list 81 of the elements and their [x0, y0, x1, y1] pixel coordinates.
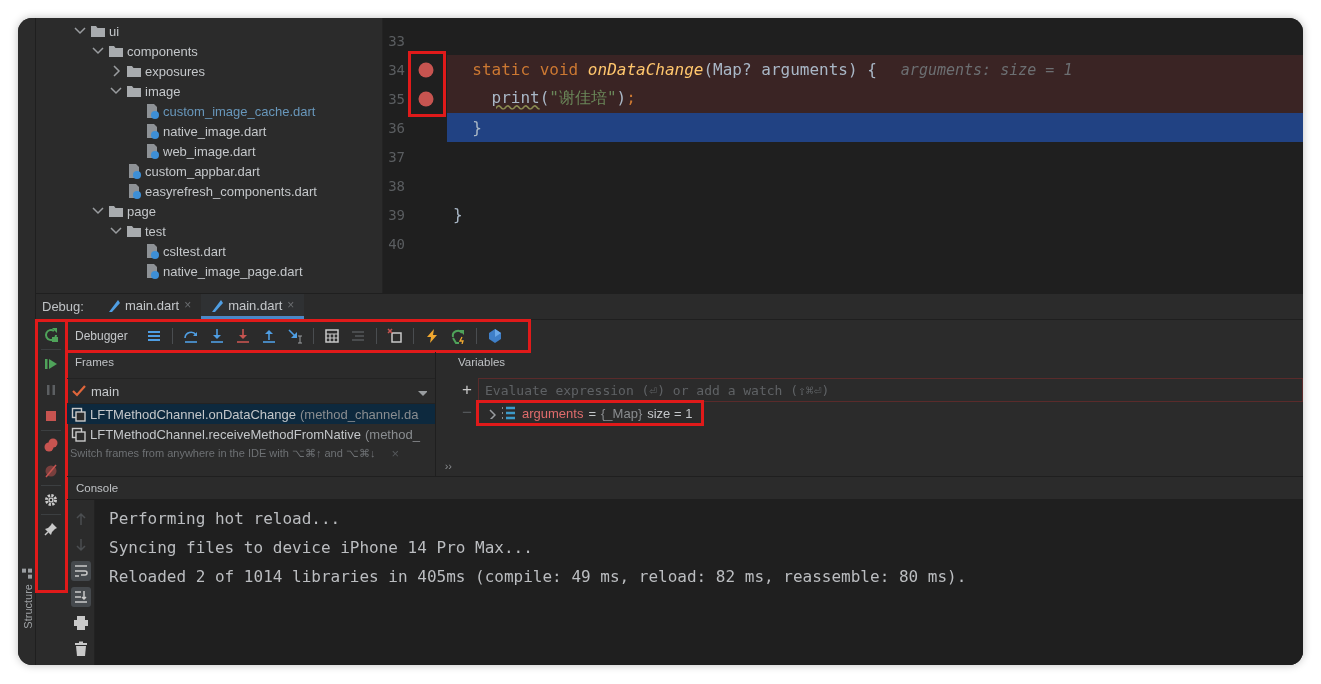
- folder-item[interactable]: components: [36, 41, 382, 61]
- dart-file-icon: [144, 143, 160, 159]
- debug-tab[interactable]: main.dart ×: [201, 294, 305, 319]
- line-number: 40: [387, 235, 405, 252]
- drop-frame-icon[interactable]: [386, 328, 403, 344]
- debugger-tab[interactable]: Debugger: [75, 329, 128, 343]
- dart-file-icon: [144, 123, 160, 139]
- line-number: 35: [387, 90, 405, 107]
- folder-icon: [90, 23, 106, 39]
- hint-text: Switch frames from anywhere in the IDE with ⌥⌘↑ and ⌥⌘↓: [70, 446, 376, 460]
- folder-icon: [108, 203, 124, 219]
- file-item[interactable]: native_image_page.dart: [36, 261, 382, 281]
- variable-item[interactable]: arguments = {_Map} size = 1: [478, 402, 703, 424]
- folder-item[interactable]: test: [36, 221, 382, 241]
- soft-wrap-icon[interactable]: [70, 561, 91, 581]
- more-button[interactable]: ››: [440, 460, 456, 476]
- run-to-cursor-icon[interactable]: [286, 328, 303, 344]
- resume-icon[interactable]: [43, 356, 59, 372]
- file-item[interactable]: web_image.dart: [36, 141, 382, 161]
- mute-breakpoints-icon[interactable]: [43, 463, 59, 479]
- step-out-icon[interactable]: [260, 328, 277, 344]
- dart-file-icon: [126, 183, 142, 199]
- folder-item[interactable]: ui: [36, 21, 382, 41]
- pin-icon[interactable]: [43, 521, 59, 537]
- check-icon: [71, 383, 87, 399]
- dart-file-icon: [126, 163, 142, 179]
- frame-item[interactable]: LFTMethodChannel.onDataChange (method_channel.da: [67, 404, 435, 424]
- folder-icon: [126, 63, 142, 79]
- dart-file-icon: [144, 263, 160, 279]
- devtools-icon[interactable]: [486, 328, 503, 344]
- list-icon: [501, 405, 517, 421]
- panel-title: Variables: [457, 355, 507, 370]
- folder-icon: [108, 43, 124, 59]
- line-number: 38: [387, 177, 405, 194]
- line-number: 37: [387, 148, 405, 165]
- stop-icon[interactable]: [43, 408, 59, 424]
- frame-icon: [71, 426, 86, 442]
- debug-label: Debug:: [42, 299, 84, 314]
- frame-item[interactable]: LFTMethodChannel.receiveMethodFromNative (method_: [67, 424, 435, 444]
- dart-icon: [209, 298, 224, 312]
- inline-value-hint: arguments: size = 1: [900, 60, 1073, 79]
- step-over-icon[interactable]: [182, 328, 199, 344]
- folder-item[interactable]: image: [36, 81, 382, 101]
- step-into-icon[interactable]: [208, 328, 225, 344]
- dart-file-icon: [144, 243, 160, 259]
- console-line: Syncing files to device iPhone 14 Pro Max...: [109, 538, 534, 559]
- force-step-into-icon[interactable]: [234, 328, 251, 344]
- structure-tab[interactable]: Structure: [20, 566, 35, 631]
- file-item[interactable]: custom_image_cache.dart: [36, 101, 382, 121]
- breakpoint-icon[interactable]: [418, 90, 434, 107]
- menu-icon[interactable]: [145, 328, 162, 344]
- code-line: }: [452, 204, 464, 226]
- settings-icon[interactable]: [43, 492, 59, 508]
- thread-dropdown[interactable]: main: [67, 378, 435, 404]
- debug-tab[interactable]: main.dart ×: [97, 294, 202, 319]
- console-line: Reloaded 2 of 1014 libraries in 405ms (compile: 49 ms, reload: 82 ms, reassemble: 80 ms).: [109, 567, 968, 588]
- folder-icon: [126, 83, 142, 99]
- add-watch-button[interactable]: +: [462, 378, 472, 402]
- calculator-icon[interactable]: [323, 328, 340, 344]
- breakpoint-icon[interactable]: [418, 61, 434, 78]
- file-item[interactable]: csltest.dart: [36, 241, 382, 261]
- line-number: 36: [387, 119, 405, 136]
- dart-file-icon: [144, 103, 160, 119]
- folder-item[interactable]: page: [36, 201, 382, 221]
- rerun-icon[interactable]: [43, 327, 59, 343]
- panel-title: Frames: [74, 355, 115, 370]
- structure-icon: [21, 568, 34, 581]
- folder-icon: [126, 223, 142, 239]
- evaluate-field[interactable]: Evaluate expression (⏎) or add a watch (⇧⌘⏎): [478, 378, 1303, 402]
- file-item[interactable]: custom_appbar.dart: [36, 161, 382, 181]
- file-item[interactable]: easyrefresh_components.dart: [36, 181, 382, 201]
- line-number: 34: [387, 61, 405, 78]
- file-item[interactable]: native_image.dart: [36, 121, 382, 141]
- folder-item[interactable]: exposures: [36, 61, 382, 81]
- scroll-to-end-icon[interactable]: [70, 587, 91, 607]
- console-line: Performing hot reload...: [109, 509, 342, 530]
- line-number: 33: [387, 32, 405, 49]
- breakpoints-icon[interactable]: [43, 437, 59, 453]
- frame-icon: [71, 406, 86, 422]
- restart-icon[interactable]: [449, 328, 466, 344]
- line-number: 39: [387, 206, 405, 223]
